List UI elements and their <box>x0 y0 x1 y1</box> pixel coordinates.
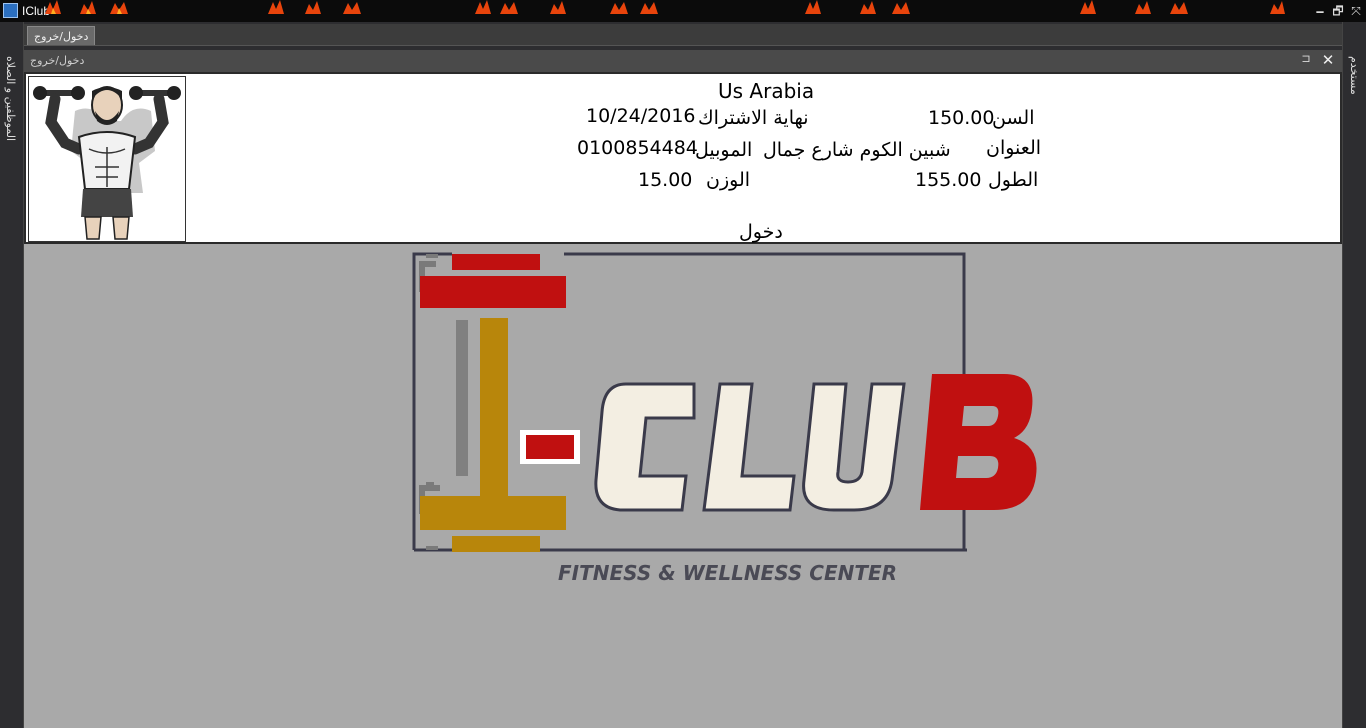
height-value: 155.00 <box>915 169 982 191</box>
bodybuilder-icon <box>33 86 181 240</box>
left-dock-tab[interactable]: الموظفين و الصلاه <box>4 56 17 141</box>
flame-decoration-icon <box>45 0 128 14</box>
close-button[interactable]: ✕ <box>1320 51 1336 69</box>
flame-decoration-icon <box>268 0 361 14</box>
age-value: 150.00 <box>928 107 995 129</box>
logo-subtitle: FITNESS & WELLNESS CENTER <box>558 561 897 585</box>
age-label: السن <box>992 107 1035 129</box>
mobile-value: 0100854484 <box>577 137 698 159</box>
height-label: الطول <box>988 169 1039 191</box>
tab-check-in-out[interactable]: دخول/خروج <box>27 26 96 45</box>
panel-header: دخول/خروج ⊐ ✕ <box>24 50 1342 72</box>
fullscreen-button[interactable]: ⤧ <box>1348 3 1364 19</box>
weight-value: 15.00 <box>638 169 693 191</box>
panel-title: دخول/خروج <box>30 54 85 67</box>
subscription-end-label: نهاية الاشتراك <box>698 107 809 129</box>
member-name: Us Arabia <box>718 79 815 103</box>
logo-area: FITNESS & WELLNESS CENTER <box>24 244 1342 728</box>
left-dock-rail: الموظفين و الصلاه <box>0 22 24 728</box>
title-bar: IClub 🗕 🗗 ⤧ <box>0 0 1366 22</box>
flame-decoration-icon <box>475 0 658 14</box>
member-photo <box>28 76 186 242</box>
right-dock-tab[interactable]: مستخدم <box>1348 56 1361 95</box>
maximize-button[interactable]: 🗗 <box>1330 3 1346 19</box>
check-in-status: دخول <box>739 221 783 243</box>
weight-label: الوزن <box>706 169 751 191</box>
right-dock-rail: مستخدم <box>1342 22 1366 728</box>
document-tab-strip: دخول/خروج <box>24 24 1342 46</box>
address-value: شبين الكوم شارع جمال <box>763 139 951 161</box>
flame-decoration-icon <box>805 0 910 14</box>
address-label: العنوان <box>986 137 1042 159</box>
iclub-logo: FITNESS & WELLNESS CENTER <box>412 252 1037 585</box>
subscription-end-value: 10/24/2016 <box>586 105 696 127</box>
flame-decoration-icon <box>1080 0 1285 14</box>
member-info-panel: Us Arabia السن 150.00 نهاية الاشتراك 10/… <box>24 72 1342 244</box>
pin-button[interactable]: ⊐ <box>1298 52 1314 68</box>
app-icon[interactable] <box>3 3 18 18</box>
minimize-button[interactable]: 🗕 <box>1312 3 1328 19</box>
mobile-label: الموبيل <box>695 139 753 161</box>
